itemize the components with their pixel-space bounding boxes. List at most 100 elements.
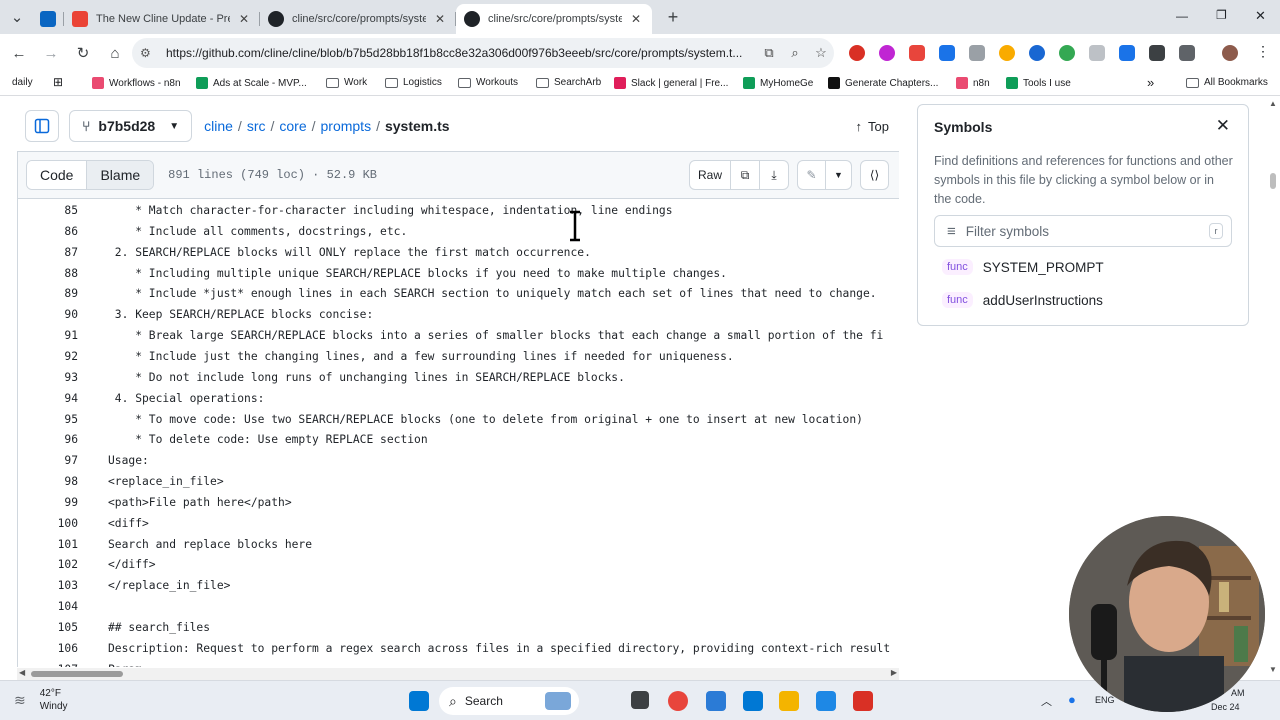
install-app-icon[interactable]: ⧉ bbox=[756, 45, 782, 61]
code-line[interactable]: </replace_in_file> bbox=[108, 579, 230, 592]
minimize-icon[interactable]: — bbox=[1176, 9, 1188, 23]
filter-symbols-input[interactable]: ≡ Filter symbols r bbox=[934, 215, 1232, 247]
bookmark-n8n[interactable]: n8n bbox=[956, 77, 990, 89]
bookmark-ads[interactable]: Ads at Scale - MVP... bbox=[196, 77, 307, 89]
line-number[interactable]: 87 bbox=[18, 246, 78, 259]
top-button[interactable]: ↑ Top bbox=[856, 119, 889, 134]
menu-kebab-icon[interactable]: ⋮ bbox=[1256, 43, 1270, 60]
extensions-puzzle-icon[interactable] bbox=[1179, 45, 1195, 61]
vertical-scrollbar[interactable]: ▲ ▼ bbox=[1266, 97, 1280, 680]
scrollbar-thumb[interactable] bbox=[1270, 173, 1276, 189]
code-line[interactable]: </diff> bbox=[108, 558, 156, 571]
profile-avatar[interactable] bbox=[1222, 45, 1238, 61]
code-line[interactable]: * Match character-for-character includin… bbox=[108, 204, 672, 217]
task-view-icon[interactable] bbox=[631, 691, 649, 709]
breadcrumb-cline[interactable]: cline bbox=[204, 118, 233, 134]
breadcrumb-src[interactable]: src bbox=[247, 118, 266, 134]
code-line[interactable]: * Include all comments, docstrings, etc. bbox=[108, 225, 407, 238]
extension-arrow-icon[interactable] bbox=[939, 45, 955, 61]
code-line[interactable]: * Include *just* enough lines in each SE… bbox=[108, 287, 876, 300]
code-line[interactable]: * To delete code: Use empty REPLACE sect… bbox=[108, 433, 427, 446]
close-window-icon[interactable]: ✕ bbox=[1255, 8, 1266, 24]
line-number[interactable]: 92 bbox=[18, 350, 78, 363]
close-symbols-icon[interactable]: ✕ bbox=[1216, 116, 1230, 136]
more-bookmarks-icon[interactable]: » bbox=[1147, 75, 1154, 90]
line-number[interactable]: 94 bbox=[18, 392, 78, 405]
bookmark-workflows[interactable]: Workflows - n8n bbox=[92, 77, 181, 89]
zoom-icon[interactable]: ⌕ bbox=[782, 45, 808, 61]
bookmark-daily[interactable]: daily bbox=[12, 77, 33, 88]
line-number[interactable]: 90 bbox=[18, 308, 78, 321]
line-number[interactable]: 95 bbox=[18, 413, 78, 426]
tab-presentation[interactable]: The New Cline Update - Presen ✕ bbox=[64, 4, 260, 34]
line-number[interactable]: 98 bbox=[18, 475, 78, 488]
bookmark-slack[interactable]: Slack | general | Fre... bbox=[614, 77, 728, 89]
toggle-file-tree-button[interactable] bbox=[25, 110, 59, 142]
tab-search-chevron-icon[interactable]: ⌄ bbox=[2, 2, 32, 32]
windows-start-icon[interactable] bbox=[409, 691, 429, 711]
symbol-item[interactable]: func SYSTEM_PROMPT bbox=[942, 259, 1104, 275]
code-line[interactable]: * Include just the changing lines, and a… bbox=[108, 350, 734, 363]
symbols-panel-toggle-icon[interactable]: ⟨⟩ bbox=[860, 160, 889, 190]
download-icon[interactable]: ⤓ bbox=[760, 160, 789, 190]
file-explorer-icon[interactable] bbox=[779, 691, 799, 711]
bookmark-chapters[interactable]: Generate Chapters... bbox=[828, 77, 938, 89]
extension-orange-icon[interactable] bbox=[999, 45, 1015, 61]
code-line[interactable]: Description: Request to perform a regex … bbox=[108, 642, 890, 655]
extension-red-icon[interactable] bbox=[909, 45, 925, 61]
edit-dropdown-icon[interactable]: ▼ bbox=[826, 160, 852, 190]
bookmark-star-icon[interactable]: ☆ bbox=[808, 45, 834, 61]
line-number[interactable]: 106 bbox=[18, 642, 78, 655]
apps-grid-icon[interactable]: ⊞ bbox=[53, 75, 63, 89]
chrome-icon[interactable] bbox=[668, 691, 688, 711]
line-number[interactable]: 105 bbox=[18, 621, 78, 634]
code-line[interactable]: <diff> bbox=[108, 517, 149, 530]
line-number[interactable]: 86 bbox=[18, 225, 78, 238]
arrow-app-icon[interactable] bbox=[816, 691, 836, 711]
code-line[interactable]: * Do not include long runs of unchanging… bbox=[108, 371, 625, 384]
edit-pencil-icon[interactable]: ✎ bbox=[797, 160, 826, 190]
extension-circle-icon[interactable] bbox=[879, 45, 895, 61]
code-line[interactable]: ## search_files bbox=[108, 621, 210, 634]
back-icon[interactable]: ← bbox=[4, 38, 34, 68]
symbol-item[interactable]: func addUserInstructions bbox=[942, 292, 1103, 308]
raw-button[interactable]: Raw bbox=[689, 160, 731, 190]
vscode-icon[interactable] bbox=[743, 691, 763, 711]
bookmark-work[interactable]: Work bbox=[326, 77, 367, 88]
forward-icon[interactable]: → bbox=[36, 38, 66, 68]
line-number[interactable]: 85 bbox=[18, 204, 78, 217]
code-line[interactable]: * Including multiple unique SEARCH/REPLA… bbox=[108, 267, 727, 280]
code-line[interactable]: Usage: bbox=[108, 454, 149, 467]
copy-raw-icon[interactable]: ⧉ bbox=[731, 160, 760, 190]
code-line[interactable]: Search and replace blocks here bbox=[108, 538, 312, 551]
close-tab-icon[interactable]: ✕ bbox=[236, 12, 252, 26]
home-icon[interactable]: ⌂ bbox=[100, 38, 130, 68]
line-number[interactable]: 88 bbox=[18, 267, 78, 280]
red-app-icon[interactable] bbox=[853, 691, 873, 711]
close-tab-icon[interactable]: ✕ bbox=[628, 12, 644, 26]
scroll-down-icon[interactable]: ▼ bbox=[1269, 665, 1277, 674]
horizontal-scrollbar[interactable]: ◀ ▶ bbox=[17, 668, 899, 680]
all-bookmarks[interactable]: All Bookmarks bbox=[1186, 77, 1268, 88]
extension-green-icon[interactable] bbox=[1059, 45, 1075, 61]
code-line[interactable]: * Break large SEARCH/REPLACE blocks into… bbox=[108, 329, 883, 342]
scroll-right-icon[interactable]: ▶ bbox=[891, 668, 897, 677]
scrollbar-thumb[interactable] bbox=[31, 671, 123, 677]
tab-linkedin[interactable] bbox=[32, 4, 64, 34]
tab-github-active[interactable]: cline/src/core/prompts/system ✕ bbox=[456, 4, 652, 34]
line-number[interactable]: 100 bbox=[18, 517, 78, 530]
breadcrumb-core[interactable]: core bbox=[279, 118, 306, 134]
branch-selector[interactable]: ⑂ b7b5d28 ▼ bbox=[69, 110, 193, 142]
site-info-icon[interactable]: ⚙ bbox=[140, 46, 160, 60]
extension-code-icon[interactable] bbox=[1089, 45, 1105, 61]
tab-code[interactable]: Code bbox=[27, 161, 88, 189]
code-line[interactable]: <path>File path here</path> bbox=[108, 496, 292, 509]
scroll-up-icon[interactable]: ▲ bbox=[1269, 99, 1277, 108]
address-bar[interactable]: ⚙ https://github.com/cline/cline/blob/b7… bbox=[132, 38, 834, 68]
bookmark-workouts[interactable]: Workouts bbox=[458, 77, 518, 88]
line-number[interactable]: 102 bbox=[18, 558, 78, 571]
extension-f-icon[interactable] bbox=[1149, 45, 1165, 61]
code-line[interactable]: 4. Special operations: bbox=[108, 392, 265, 405]
extension-blue-icon[interactable] bbox=[1029, 45, 1045, 61]
code-line[interactable]: Param bbox=[108, 663, 142, 667]
